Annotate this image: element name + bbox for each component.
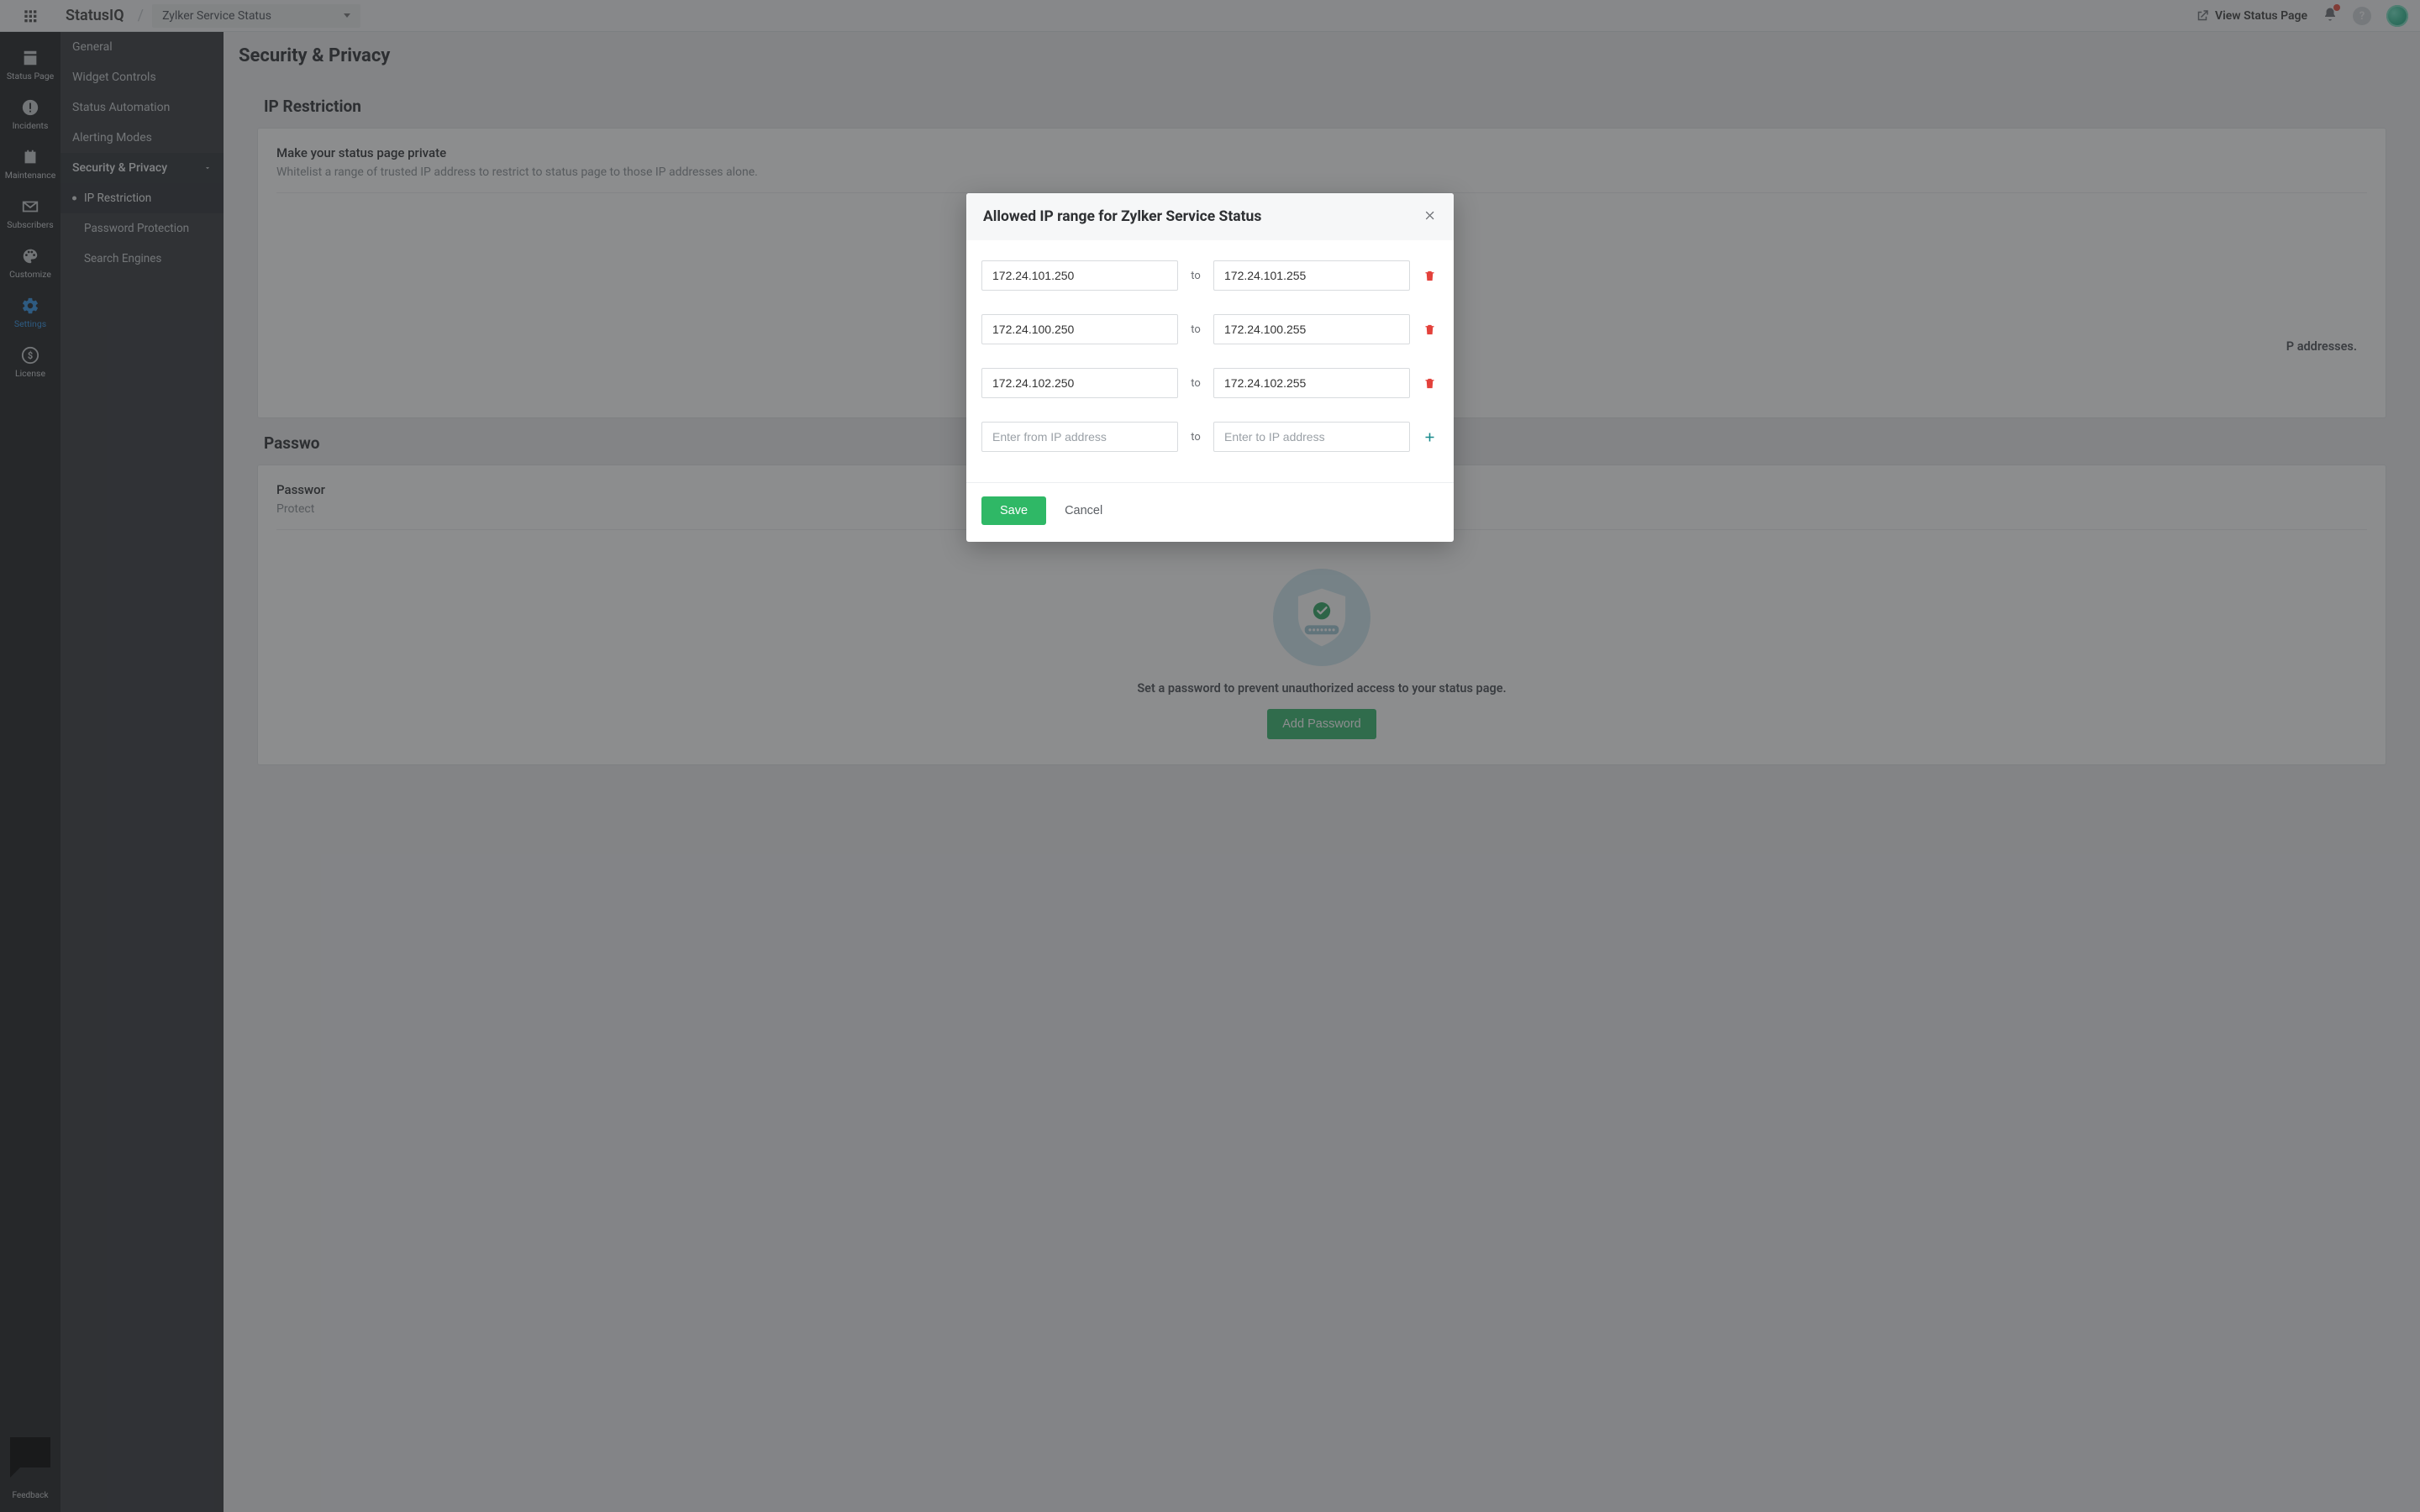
to-label: to bbox=[1188, 377, 1203, 390]
ip-to-input[interactable] bbox=[1213, 260, 1410, 291]
ip-range-row: to bbox=[981, 260, 1439, 291]
ip-from-input[interactable] bbox=[981, 260, 1178, 291]
trash-icon bbox=[1423, 377, 1436, 390]
delete-row-button[interactable] bbox=[1420, 270, 1439, 282]
delete-row-button[interactable] bbox=[1420, 323, 1439, 336]
ip-range-row-new: to bbox=[981, 422, 1439, 452]
ip-range-row: to bbox=[981, 368, 1439, 398]
to-label: to bbox=[1188, 431, 1203, 444]
save-button[interactable]: Save bbox=[981, 496, 1046, 525]
ip-from-input[interactable] bbox=[981, 422, 1178, 452]
to-label: to bbox=[1188, 270, 1203, 282]
ip-to-input[interactable] bbox=[1213, 368, 1410, 398]
modal-title: Allowed IP range for Zylker Service Stat… bbox=[983, 208, 1261, 225]
plus-icon bbox=[1423, 431, 1436, 444]
ip-to-input[interactable] bbox=[1213, 422, 1410, 452]
trash-icon bbox=[1423, 323, 1436, 336]
ip-from-input[interactable] bbox=[981, 314, 1178, 344]
modal-close-button[interactable] bbox=[1424, 209, 1437, 225]
ip-range-row: to bbox=[981, 314, 1439, 344]
close-icon bbox=[1424, 209, 1437, 222]
trash-icon bbox=[1423, 270, 1436, 282]
to-label: to bbox=[1188, 323, 1203, 336]
ip-range-modal: Allowed IP range for Zylker Service Stat… bbox=[966, 193, 1454, 542]
modal-overlay: Allowed IP range for Zylker Service Stat… bbox=[0, 0, 2420, 1512]
ip-from-input[interactable] bbox=[981, 368, 1178, 398]
cancel-button[interactable]: Cancel bbox=[1065, 504, 1102, 517]
ip-to-input[interactable] bbox=[1213, 314, 1410, 344]
add-row-button[interactable] bbox=[1420, 431, 1439, 444]
delete-row-button[interactable] bbox=[1420, 377, 1439, 390]
